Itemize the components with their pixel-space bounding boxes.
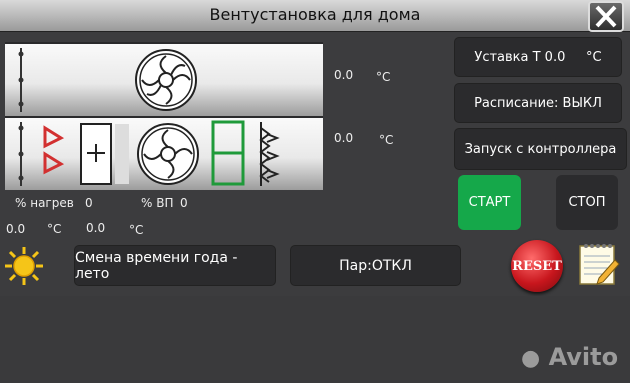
steam-button[interactable]: Пар:ОТКЛ: [291, 246, 460, 285]
supply-temp-unit: °C: [379, 133, 394, 147]
outdoor-temp-value: 0.0: [6, 222, 26, 236]
season-label: Смена времени года - лето: [75, 249, 238, 282]
heat-label: % нагрев: [15, 196, 74, 210]
fan-icon: [135, 49, 197, 111]
setpoint-label: Уставка Т 0.0 °C: [474, 49, 602, 65]
stop-button[interactable]: СТОП: [556, 175, 618, 230]
reset-label: RESET: [512, 258, 562, 274]
controller-start-button[interactable]: Запуск с контроллера: [455, 129, 626, 169]
reset-button[interactable]: RESET: [511, 240, 563, 292]
outdoor-temp-unit: °C: [47, 222, 62, 236]
supply-temp-value: 0.0: [334, 131, 354, 145]
avito-watermark: ● Avito: [521, 343, 619, 371]
vp-label: % ВП: [141, 196, 174, 210]
supply-duct-panel: [5, 118, 323, 190]
controller-start-label: Запуск с контроллера: [464, 141, 617, 157]
ventilation-schematic: [5, 42, 323, 190]
fan-icon: [137, 123, 199, 185]
filter-icon: [211, 120, 245, 186]
exhaust-temp-unit: °C: [376, 70, 391, 84]
exhaust-duct-panel: [5, 44, 323, 116]
sun-icon: [5, 247, 43, 285]
steam-label: Пар:ОТКЛ: [339, 257, 412, 274]
vp-value: 0: [180, 196, 188, 210]
close-button[interactable]: [588, 1, 624, 32]
schedule-label: Расписание: ВЫКЛ: [474, 95, 602, 111]
title-bar: Вентустановка для дома: [0, 0, 630, 32]
heater-icon: [43, 125, 65, 175]
damper-icon: [18, 48, 24, 112]
close-icon: [595, 5, 617, 28]
room-temp-unit: °C: [129, 223, 144, 237]
season-button[interactable]: Смена времени года - лето: [75, 246, 275, 285]
watermark-text: Avito: [548, 343, 619, 371]
damper-icon: [18, 122, 24, 186]
exhaust-temp-value: 0.0: [334, 68, 354, 82]
recuperator-icon: [259, 122, 280, 186]
start-button[interactable]: СТАРТ: [458, 175, 521, 230]
window-title: Вентустановка для дома: [209, 5, 421, 24]
notepad-icon[interactable]: [577, 240, 621, 286]
room-temp-value: 0.0: [86, 221, 106, 235]
start-label: СТАРТ: [468, 195, 511, 210]
electric-heater-icon: [80, 123, 129, 185]
stop-label: СТОП: [568, 195, 606, 210]
heat-value: 0: [85, 196, 93, 210]
setpoint-button[interactable]: Уставка Т 0.0 °C: [455, 38, 621, 76]
schedule-button[interactable]: Расписание: ВЫКЛ: [455, 84, 621, 122]
